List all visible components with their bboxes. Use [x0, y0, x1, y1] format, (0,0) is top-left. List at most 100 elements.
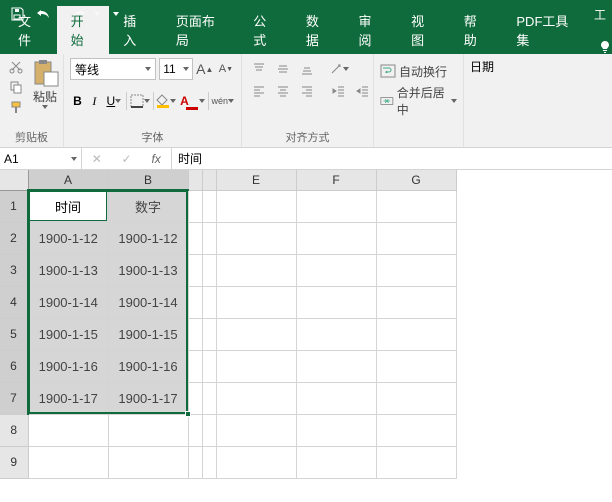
- cell[interactable]: [188, 286, 202, 318]
- align-right-button[interactable]: [296, 80, 318, 102]
- tab-data[interactable]: 数据: [292, 6, 345, 54]
- cell[interactable]: [202, 446, 216, 478]
- name-box[interactable]: A1: [0, 148, 82, 169]
- cell[interactable]: [28, 446, 108, 478]
- cell[interactable]: [108, 414, 188, 446]
- wrap-text-button[interactable]: 自动换行: [380, 58, 457, 84]
- align-center-button[interactable]: [272, 80, 294, 102]
- cell[interactable]: [376, 286, 456, 318]
- cell[interactable]: 1900-1-14: [108, 286, 188, 318]
- tab-file[interactable]: 文件: [4, 6, 57, 54]
- cell[interactable]: [202, 190, 216, 222]
- italic-button[interactable]: I: [87, 90, 102, 112]
- cell[interactable]: [202, 382, 216, 414]
- fill-color-button[interactable]: [155, 90, 177, 112]
- tab-formulas[interactable]: 公式: [239, 6, 292, 54]
- row-header[interactable]: 9: [0, 446, 28, 478]
- cell[interactable]: 1900-1-15: [28, 318, 108, 350]
- col-header[interactable]: G: [376, 170, 456, 190]
- cell[interactable]: [188, 318, 202, 350]
- cell[interactable]: [376, 350, 456, 382]
- cell[interactable]: [188, 350, 202, 382]
- cell[interactable]: [202, 414, 216, 446]
- cell[interactable]: [376, 446, 456, 478]
- col-header[interactable]: [188, 170, 202, 190]
- font-name-select[interactable]: 等线: [70, 58, 156, 80]
- cell[interactable]: [296, 446, 376, 478]
- cell[interactable]: [188, 190, 202, 222]
- row-header[interactable]: 4: [0, 286, 28, 318]
- col-header[interactable]: A: [28, 170, 108, 190]
- paste-dropdown-icon[interactable]: [42, 105, 48, 109]
- font-size-select[interactable]: 11: [159, 58, 192, 80]
- cell[interactable]: 1900-1-13: [28, 254, 108, 286]
- underline-button[interactable]: U: [104, 90, 124, 112]
- cell[interactable]: [296, 414, 376, 446]
- row-header[interactable]: 7: [0, 382, 28, 414]
- col-header[interactable]: F: [296, 170, 376, 190]
- cell[interactable]: [202, 350, 216, 382]
- col-header[interactable]: [202, 170, 216, 190]
- row-header[interactable]: 2: [0, 222, 28, 254]
- col-header[interactable]: E: [216, 170, 296, 190]
- cell[interactable]: 数字: [108, 190, 188, 222]
- cell[interactable]: 1900-1-15: [108, 318, 188, 350]
- row-header[interactable]: 1: [0, 190, 28, 222]
- tab-view[interactable]: 视图: [397, 6, 450, 54]
- cell[interactable]: [28, 414, 108, 446]
- align-left-button[interactable]: [248, 80, 270, 102]
- redo-button[interactable]: [68, 3, 90, 25]
- tab-review[interactable]: 审阅: [344, 6, 397, 54]
- cell[interactable]: [296, 382, 376, 414]
- cell[interactable]: [376, 414, 456, 446]
- align-top-button[interactable]: [248, 58, 270, 80]
- orientation-button[interactable]: [328, 58, 350, 80]
- cell[interactable]: [296, 286, 376, 318]
- cell[interactable]: [202, 254, 216, 286]
- format-painter-button[interactable]: [6, 98, 26, 116]
- cell[interactable]: [216, 446, 296, 478]
- cell[interactable]: [376, 382, 456, 414]
- align-middle-button[interactable]: [272, 58, 294, 80]
- row-header[interactable]: 8: [0, 414, 28, 446]
- border-button[interactable]: [129, 90, 151, 112]
- row-header[interactable]: 3: [0, 254, 28, 286]
- cell[interactable]: [216, 382, 296, 414]
- align-bottom-button[interactable]: [296, 58, 318, 80]
- cell[interactable]: [202, 318, 216, 350]
- redo-dropdown-icon[interactable]: [94, 12, 100, 16]
- cell[interactable]: [296, 190, 376, 222]
- cell[interactable]: [216, 254, 296, 286]
- cell[interactable]: 时间: [28, 190, 108, 222]
- enter-formula-button[interactable]: ✓: [116, 152, 136, 166]
- spreadsheet-grid[interactable]: ABEFG1时间数字21900-1-121900-1-1231900-1-131…: [0, 170, 612, 479]
- paste-button[interactable]: 粘贴: [30, 58, 60, 129]
- merge-center-button[interactable]: 合并后居中: [380, 88, 457, 114]
- cell[interactable]: [108, 446, 188, 478]
- increase-indent-button[interactable]: [352, 80, 374, 102]
- cell[interactable]: [188, 446, 202, 478]
- phonetic-button[interactable]: wén: [210, 90, 235, 112]
- cell[interactable]: [202, 222, 216, 254]
- row-header[interactable]: 6: [0, 350, 28, 382]
- col-header[interactable]: B: [108, 170, 188, 190]
- cell[interactable]: [376, 318, 456, 350]
- formula-input[interactable]: 时间: [172, 148, 612, 169]
- cell[interactable]: 1900-1-17: [108, 382, 188, 414]
- cell[interactable]: 1900-1-13: [108, 254, 188, 286]
- tab-layout[interactable]: 页面布局: [162, 6, 239, 54]
- cut-button[interactable]: [6, 58, 26, 76]
- cell[interactable]: [216, 414, 296, 446]
- cell[interactable]: [202, 286, 216, 318]
- cell[interactable]: [188, 222, 202, 254]
- cell[interactable]: [216, 190, 296, 222]
- bold-button[interactable]: B: [70, 90, 85, 112]
- cell[interactable]: [216, 222, 296, 254]
- decrease-font-button[interactable]: A▼: [217, 58, 235, 80]
- cell[interactable]: [216, 286, 296, 318]
- cell[interactable]: 1900-1-16: [28, 350, 108, 382]
- cell[interactable]: 1900-1-17: [28, 382, 108, 414]
- cell[interactable]: [296, 318, 376, 350]
- fx-button[interactable]: fx: [146, 152, 166, 166]
- cell[interactable]: [188, 254, 202, 286]
